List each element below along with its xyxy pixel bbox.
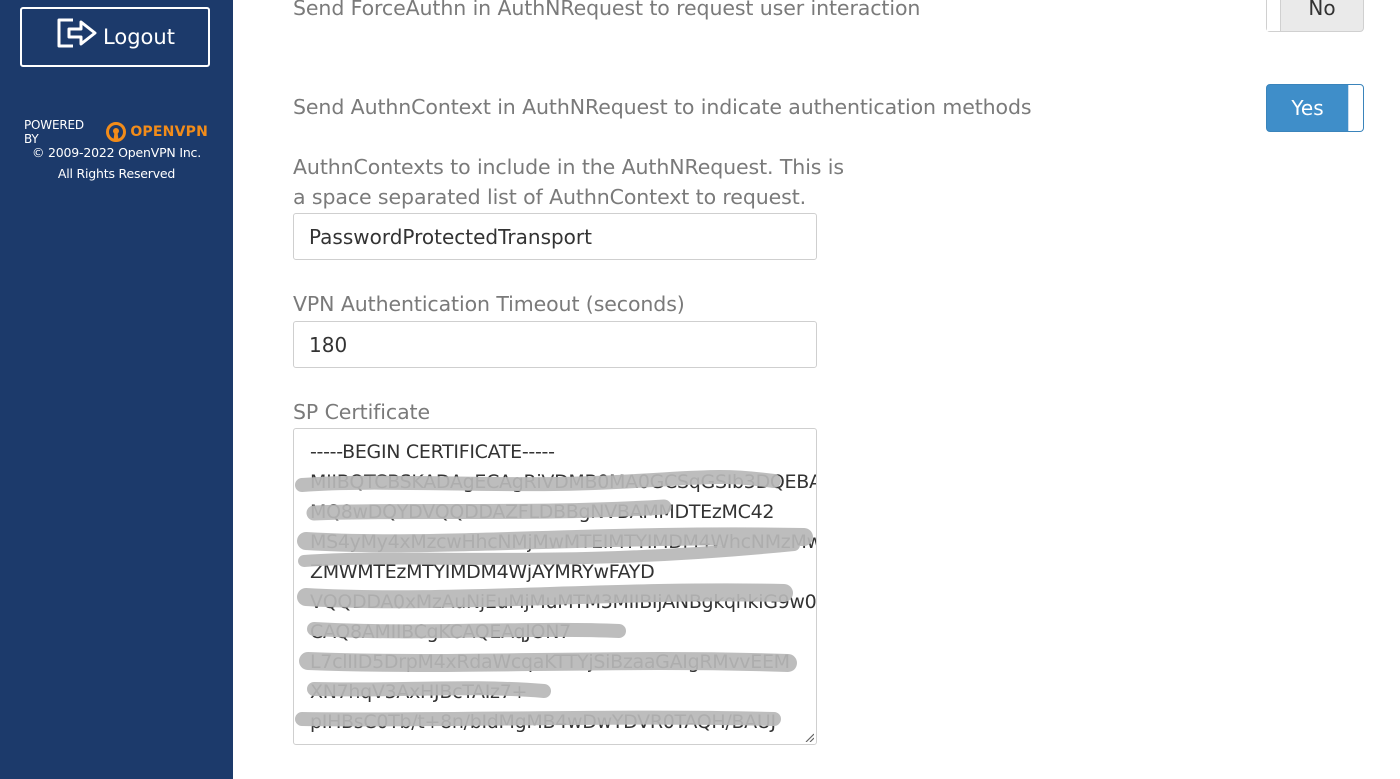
authn-contexts-label-line2: a space separated list of AuthnContext t… xyxy=(293,185,807,209)
toggle-value: No xyxy=(1308,0,1336,20)
vpn-timeout-input[interactable]: 180 xyxy=(293,321,817,368)
toggle-knob xyxy=(1267,0,1281,31)
authn-context-toggle[interactable]: Yes xyxy=(1266,84,1364,132)
authn-contexts-input[interactable]: PasswordProtectedTransport xyxy=(293,213,817,260)
resize-grip-icon[interactable] xyxy=(804,732,814,742)
openvpn-mark-icon xyxy=(106,122,127,142)
brand-vpn: VPN xyxy=(174,124,208,140)
copyright: © 2009-2022 OpenVPN Inc. All Rights Rese… xyxy=(0,142,233,184)
force-authn-label: Send ForceAuthn in AuthNRequest to reque… xyxy=(293,0,921,20)
vpn-timeout-label: VPN Authentication Timeout (seconds) xyxy=(293,292,685,316)
logout-icon xyxy=(57,18,97,48)
copyright-line: © 2009-2022 OpenVPN Inc. xyxy=(31,145,202,160)
sidebar: Logout POWERED BY OPENVPN © 2009-2022 Op… xyxy=(0,0,233,779)
vpn-timeout-value: 180 xyxy=(309,332,348,357)
sp-certificate-label: SP Certificate xyxy=(293,400,430,424)
openvpn-logo: OPENVPN xyxy=(106,122,208,142)
authn-contexts-label-line1: AuthnContexts to include in the AuthNReq… xyxy=(293,155,844,179)
toggle-value: Yes xyxy=(1291,96,1324,120)
brand-open: OPEN xyxy=(130,124,175,140)
authn-context-label: Send AuthnContext in AuthNRequest to ind… xyxy=(293,95,1032,119)
toggle-knob xyxy=(1348,85,1363,131)
redaction-scribbles xyxy=(295,470,813,727)
force-authn-toggle[interactable]: No xyxy=(1266,0,1364,32)
logout-button[interactable]: Logout xyxy=(20,7,210,67)
logout-label: Logout xyxy=(103,25,175,49)
sp-certificate-textarea[interactable]: -----BEGIN CERTIFICATE----- MIIBQTCBSKAD… xyxy=(293,428,817,745)
rights-line: All Rights Reserved xyxy=(57,166,176,181)
authn-contexts-value: PasswordProtectedTransport xyxy=(309,224,592,249)
